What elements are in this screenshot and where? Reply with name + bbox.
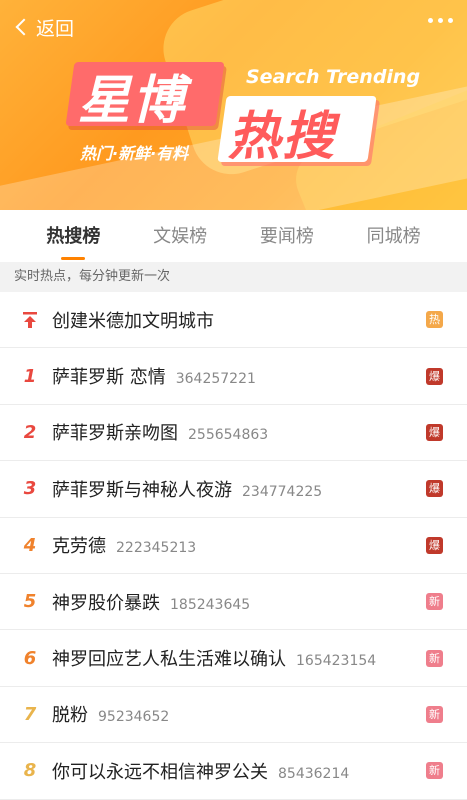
search-count: 165423154 (296, 653, 377, 670)
topic-text-group: 神罗股价暴跌 185243645 (52, 589, 250, 615)
search-count: 234774225 (242, 483, 323, 500)
topic-title: 萨菲罗斯与神秘人夜游 (52, 479, 232, 501)
topic-text-group: 萨菲罗斯亲吻图 255654863 (52, 419, 268, 445)
topic-title: 神罗回应艺人私生活难以确认 (52, 649, 286, 671)
list-item[interactable]: 创建米德加文明城市 热 (0, 292, 467, 349)
list-item[interactable]: 6 神罗回应艺人私生活难以确认 165423154 新 (0, 630, 467, 687)
list-item[interactable]: 5 神罗股价暴跌 185243645 新 (0, 574, 467, 631)
back-button[interactable]: 返回 (12, 14, 74, 40)
banner-tagline: 热门·新鲜·有料 (80, 144, 189, 163)
search-count: 95234652 (98, 709, 170, 726)
tab-local[interactable]: 同城榜 (363, 216, 425, 254)
trending-list: 创建米德加文明城市 热 1 萨菲罗斯 恋情 364257221 爆 2 萨菲罗斯亲吻图 2556… (0, 292, 467, 800)
banner-subtitle: Search Trending (246, 66, 421, 88)
chevron-left-icon (15, 18, 33, 36)
dot-icon (428, 18, 433, 23)
explode-badge: 爆 (426, 367, 443, 385)
rank-number: 7 (23, 703, 37, 725)
topic-text-group: 萨菲罗斯与神秘人夜游 234774225 (52, 476, 322, 502)
search-count: 364257221 (175, 371, 256, 388)
topic-text-group: 神罗回应艺人私生活难以确认 165423154 (52, 645, 376, 671)
topic-title: 萨菲罗斯 恋情 (52, 367, 166, 389)
header-banner: 返回 星博 热搜 Search Trending 热门·新鲜·有料 (0, 0, 467, 210)
update-notice: 实时热点，每分钟更新一次 (0, 262, 467, 292)
search-count: 185243645 (170, 596, 251, 613)
topic-title: 神罗股价暴跌 (52, 592, 160, 614)
rank-number: 4 (23, 534, 37, 556)
tab-news[interactable]: 要闻榜 (256, 216, 318, 254)
explode-badge: 爆 (426, 423, 443, 441)
dot-icon (438, 18, 443, 23)
topic-title: 萨菲罗斯亲吻图 (52, 423, 178, 445)
search-count: 255654863 (188, 427, 269, 444)
search-count: 222345213 (116, 540, 197, 557)
list-item[interactable]: 8 你可以永远不相信神罗公关 85436214 新 (0, 743, 467, 800)
list-item[interactable]: 2 萨菲罗斯亲吻图 255654863 爆 (0, 405, 467, 462)
banner-title-line1: 星博 (78, 71, 187, 131)
topic-title: 脱粉 (52, 705, 88, 727)
new-badge: 新 (426, 649, 443, 667)
pinned-top-icon (23, 311, 37, 328)
topic-text-group: 脱粉 95234652 (52, 701, 169, 727)
new-badge: 新 (426, 762, 443, 780)
rank-number: 5 (23, 591, 37, 613)
list-item[interactable]: 7 脱粉 95234652 新 (0, 687, 467, 744)
tab-hot-search[interactable]: 热搜榜 (42, 216, 104, 260)
new-badge: 新 (426, 593, 443, 611)
rank-number: 8 (23, 760, 37, 782)
back-label: 返回 (36, 17, 75, 40)
search-count: 85436214 (278, 765, 350, 782)
topic-text-group: 克劳德 222345213 (52, 532, 196, 558)
tab-bar: 热搜榜 文娱榜 要闻榜 同城榜 (0, 210, 467, 260)
topic-text-group: 创建米德加文明城市 (52, 307, 214, 333)
rank-number: 6 (23, 647, 37, 669)
rank-number: 2 (23, 421, 37, 443)
dot-icon (448, 18, 453, 23)
topic-text-group: 萨菲罗斯 恋情 364257221 (52, 363, 256, 389)
explode-badge: 爆 (426, 480, 443, 498)
list-item[interactable]: 4 克劳德 222345213 爆 (0, 518, 467, 574)
list-item[interactable]: 1 萨菲罗斯 恋情 364257221 爆 (0, 348, 467, 405)
hot-badge: 热 (426, 311, 443, 329)
more-options-button[interactable] (428, 18, 453, 23)
new-badge: 新 (426, 705, 443, 723)
list-item[interactable]: 3 萨菲罗斯与神秘人夜游 234774225 爆 (0, 461, 467, 518)
topic-text-group: 你可以永远不相信神罗公关 85436214 (52, 758, 349, 784)
explode-badge: 爆 (426, 536, 443, 554)
rank-number: 1 (23, 365, 37, 387)
tab-entertainment[interactable]: 文娱榜 (149, 216, 211, 254)
banner-title-line2: 热搜 (228, 107, 337, 167)
topic-title: 创建米德加文明城市 (52, 310, 214, 332)
rank-number: 3 (23, 478, 37, 500)
topic-title: 克劳德 (52, 536, 106, 558)
topic-title: 你可以永远不相信神罗公关 (52, 761, 268, 783)
